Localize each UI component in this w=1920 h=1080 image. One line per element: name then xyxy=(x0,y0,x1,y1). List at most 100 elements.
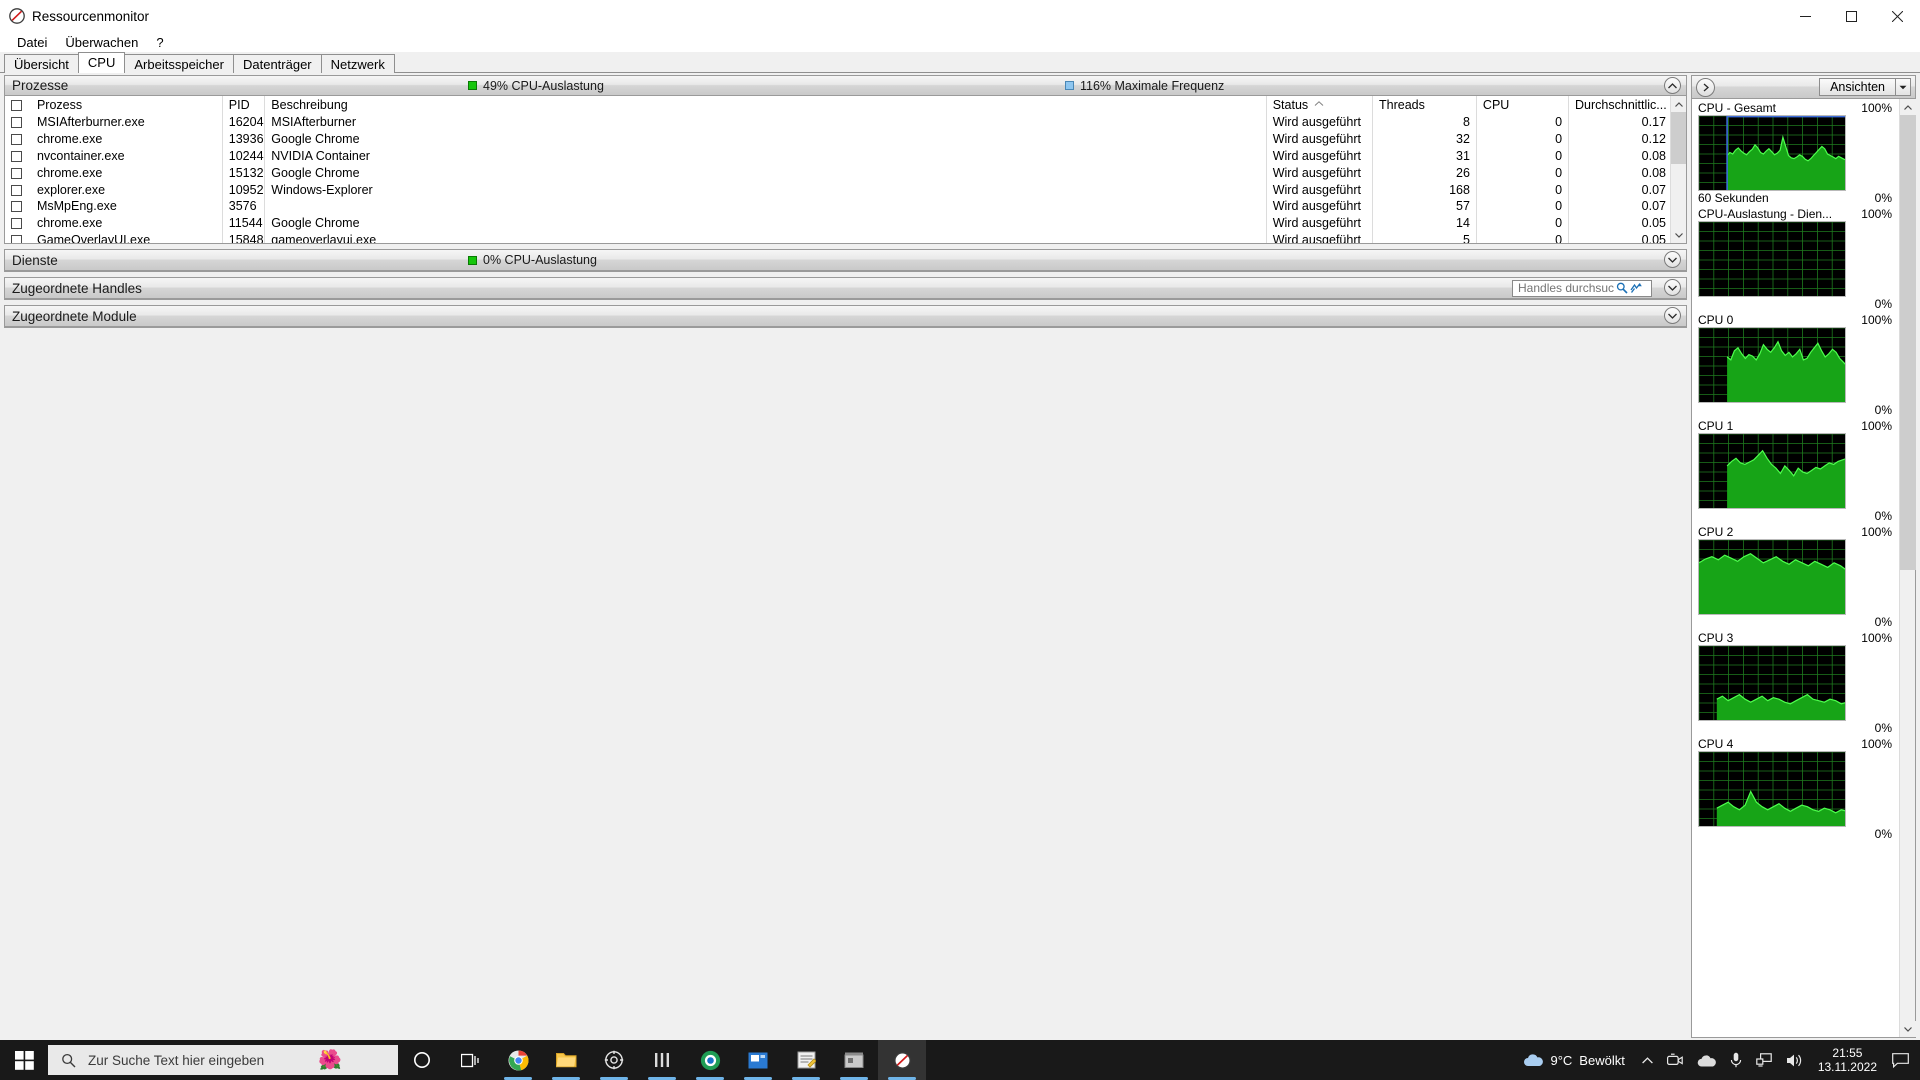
menu-item-help[interactable]: ? xyxy=(147,34,172,51)
onedrive-icon[interactable] xyxy=(1690,1040,1723,1080)
column-header-durchschnitt[interactable]: Durchschnittlic... xyxy=(1568,96,1673,114)
audio-app-button[interactable] xyxy=(638,1040,686,1080)
row-checkbox[interactable] xyxy=(11,167,22,179)
views-dropdown-arrow-icon[interactable] xyxy=(1895,78,1911,96)
row-checkbox-cell[interactable] xyxy=(5,148,31,165)
notes-button[interactable] xyxy=(782,1040,830,1080)
taskbar-clock[interactable]: 21:55 13.11.2022 xyxy=(1810,1046,1885,1074)
column-header-pid[interactable]: PID xyxy=(222,96,266,114)
chevron-up-icon[interactable] xyxy=(1635,1040,1660,1080)
sidebar-scrollbar[interactable] xyxy=(1899,99,1916,1037)
table-row[interactable]: explorer.exe 10952 Windows-Explorer Wird au… xyxy=(5,181,1673,198)
row-checkbox[interactable] xyxy=(11,234,22,243)
handles-search-box[interactable] xyxy=(1512,279,1652,297)
graph-footer: 0% xyxy=(1698,297,1892,311)
panel-processes-header[interactable]: Prozesse 49% CPU-Auslastung 116% Maximal… xyxy=(5,76,1686,96)
column-header-status[interactable]: Status xyxy=(1266,96,1374,114)
row-checkbox[interactable] xyxy=(11,184,22,196)
table-row[interactable]: chrome.exe 13936 Google Chrome Wird ausgefü… xyxy=(5,130,1673,148)
table-row[interactable]: nvcontainer.exe 10244 NVIDIA Container Wird… xyxy=(5,147,1673,165)
task-view-button[interactable] xyxy=(446,1040,494,1080)
sidebar-scroll-thumb[interactable] xyxy=(1900,115,1916,570)
row-checkbox[interactable] xyxy=(11,150,22,162)
cortana-button[interactable] xyxy=(398,1040,446,1080)
file-explorer-button[interactable] xyxy=(542,1040,590,1080)
panel-services-expand-button[interactable] xyxy=(1664,251,1681,268)
sidebar-scroll-down-button[interactable] xyxy=(1900,1021,1916,1037)
table-row[interactable]: chrome.exe 11544 Google Chrome Wird ausgefü… xyxy=(5,214,1673,232)
weather-widget[interactable]: 9°C Bewölkt xyxy=(1517,1053,1634,1068)
windows-start-icon[interactable] xyxy=(0,1040,48,1080)
media-button[interactable] xyxy=(734,1040,782,1080)
minimize-button[interactable] xyxy=(1782,0,1828,32)
panel-processes-title: Prozesse xyxy=(12,78,69,93)
graph-min-value: 0% xyxy=(1874,721,1892,735)
network-icon[interactable] xyxy=(1749,1040,1779,1080)
select-all-checkbox-cell[interactable] xyxy=(5,96,31,114)
store-button[interactable] xyxy=(830,1040,878,1080)
row-checkbox-cell[interactable] xyxy=(5,232,31,243)
close-button[interactable] xyxy=(1874,0,1920,32)
row-checkbox-cell[interactable] xyxy=(5,164,31,181)
panel-handles-header[interactable]: Zugeordnete Handles xyxy=(5,278,1686,299)
column-header-prozess[interactable]: Prozess xyxy=(30,96,223,114)
row-checkbox[interactable] xyxy=(11,117,22,129)
resource-monitor-button[interactable] xyxy=(878,1040,926,1080)
panel-modules-header[interactable]: Zugeordnete Module xyxy=(5,306,1686,327)
row-checkbox[interactable] xyxy=(11,218,22,230)
graph-labels: CPU 2 100% xyxy=(1698,525,1892,539)
row-checkbox[interactable] xyxy=(11,201,22,213)
row-checkbox-cell[interactable] xyxy=(5,181,31,198)
maximize-button[interactable] xyxy=(1828,0,1874,32)
row-checkbox-cell[interactable] xyxy=(5,114,31,131)
process-list-scrollbar[interactable] xyxy=(1670,96,1686,243)
table-row[interactable]: MsMpEng.exe 3576 Wird ausgeführt 57 0 0.07 xyxy=(5,197,1673,215)
search-icon[interactable] xyxy=(1614,282,1629,294)
panel-services-header[interactable]: Dienste 0% CPU-Auslastung xyxy=(5,250,1686,271)
scroll-down-button[interactable] xyxy=(1671,227,1686,243)
chevron-right-icon[interactable] xyxy=(1696,77,1715,97)
action-center-icon[interactable] xyxy=(1885,1040,1916,1080)
column-header-threads[interactable]: Threads xyxy=(1372,96,1477,114)
main-pane: Prozesse 49% CPU-Auslastung 116% Maximal… xyxy=(4,75,1687,1038)
volume-icon[interactable] xyxy=(1779,1040,1810,1080)
refresh-icon[interactable] xyxy=(1629,282,1644,294)
handles-search-input[interactable] xyxy=(1518,281,1614,295)
browser-button[interactable] xyxy=(686,1040,734,1080)
row-checkbox[interactable] xyxy=(11,134,22,146)
row-checkbox-cell[interactable] xyxy=(5,198,31,215)
select-all-checkbox[interactable] xyxy=(11,100,22,111)
chrome-button[interactable] xyxy=(494,1040,542,1080)
resource-monitor-icon xyxy=(8,7,26,25)
scroll-thumb[interactable] xyxy=(1671,112,1686,164)
settings-button[interactable] xyxy=(590,1040,638,1080)
graph-max-value: 100% xyxy=(1861,525,1892,539)
table-row[interactable]: GameOverlayUI.exe 15848 gameoverlayui.exe W… xyxy=(5,231,1673,243)
views-button[interactable]: Ansichten xyxy=(1819,78,1911,96)
scroll-up-button[interactable] xyxy=(1671,96,1686,112)
column-header-cpu[interactable]: CPU xyxy=(1476,96,1570,114)
graph-footer: 0% xyxy=(1698,615,1892,629)
tab-netzwerk[interactable]: Netzwerk xyxy=(320,54,395,73)
sidebar-scroll-up-button[interactable] xyxy=(1900,99,1916,115)
cell-cpu: 0 xyxy=(1476,197,1570,215)
panel-handles-expand-button[interactable] xyxy=(1664,279,1681,296)
tab-datentraeger[interactable]: Datenträger xyxy=(232,54,322,73)
menu-item-ueberwachen[interactable]: Überwachen xyxy=(56,34,147,51)
table-row[interactable]: chrome.exe 15132 Google Chrome Wird ausgefü… xyxy=(5,164,1673,182)
tab-arbeitsspeicher[interactable]: Arbeitsspeicher xyxy=(124,54,234,73)
column-header-beschreibung[interactable]: Beschreibung xyxy=(264,96,1267,114)
menu-item-datei[interactable]: Datei xyxy=(8,34,56,51)
taskbar-search-box[interactable]: Zur Suche Text hier eingeben 🌺 xyxy=(48,1045,398,1075)
table-row[interactable]: MSIAfterburner.exe 16204 MSIAfterburner Wir… xyxy=(5,114,1673,131)
microphone-icon[interactable] xyxy=(1723,1040,1749,1080)
row-checkbox-cell[interactable] xyxy=(5,131,31,148)
tab-cpu[interactable]: CPU xyxy=(77,52,126,73)
graph-labels: CPU 4 100% xyxy=(1698,737,1892,751)
tab-uebersicht[interactable]: Übersicht xyxy=(4,54,79,73)
cell-threads: 57 xyxy=(1372,197,1477,215)
camera-icon[interactable] xyxy=(1660,1040,1690,1080)
row-checkbox-cell[interactable] xyxy=(5,215,31,232)
panel-processes-collapse-button[interactable] xyxy=(1664,77,1681,94)
panel-modules-expand-button[interactable] xyxy=(1664,307,1681,324)
